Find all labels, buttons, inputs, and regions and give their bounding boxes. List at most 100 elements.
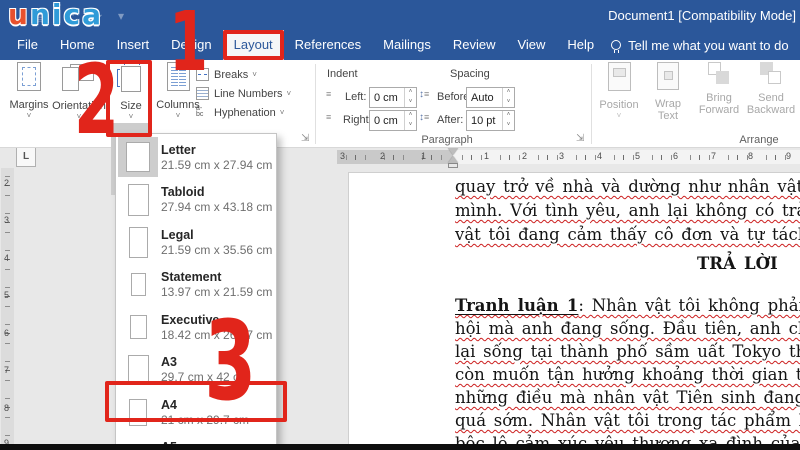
indent-left-icon-bars: ≡ [326, 89, 331, 99]
ruler-number: 9 [786, 151, 791, 161]
ruler-number: 3 [340, 151, 345, 161]
tab-mailings-label: Mailings [383, 37, 431, 52]
margins-label: Margins [6, 99, 52, 111]
ruler-number: 1 [421, 151, 426, 161]
document-text-line: quá sớm. Nhân vật tôi trong tác phẩm là … [455, 410, 800, 432]
margins-button[interactable]: Margins ˅ [6, 62, 52, 120]
wrap-text-label-2: Text [644, 110, 692, 122]
ruler-number: 5 [635, 151, 640, 161]
document-text-line: lại sống tại thành phố sầm uất Tokyo thế… [455, 341, 800, 363]
size-option-legal[interactable]: Legal21.59 cm x 35.56 cm [116, 221, 276, 264]
send-backward-icon [760, 62, 782, 86]
spacing-section-label: Spacing [450, 68, 490, 80]
ruler-number: 7 [711, 151, 716, 161]
document-text-line: Tranh luận 1: Nhân vật tôi không phải đa… [455, 295, 800, 317]
qat-customize-icon[interactable]: ▾ [118, 9, 124, 23]
indent-right-icon: ≡ [326, 112, 331, 123]
ruler-number: 2 [380, 151, 385, 161]
bottom-black-bar [0, 444, 800, 450]
send-backward-button[interactable]: Send Backward [744, 62, 798, 116]
indent-left-icon: ≡ [326, 89, 331, 100]
chevron-down-icon: ˅ [252, 70, 257, 79]
document-text-line: quay trở về nhà và dường như nhân vật cũ… [455, 176, 800, 198]
wrap-text-button[interactable]: Wrap Text [644, 62, 692, 122]
lightbulb-icon [611, 40, 621, 50]
spacing-after-spinner[interactable]: ˄˅ [502, 111, 514, 130]
indent-left-input[interactable]: 0 cm ˄˅ [369, 87, 417, 108]
indent-right-label: Right: [343, 114, 372, 126]
spacing-after-icon: ↕≡ [419, 112, 429, 123]
spinner-up-icon[interactable]: ˄ [405, 111, 416, 121]
paragraph-dialog-launcher-icon[interactable]: ⇲ [576, 134, 584, 144]
bring-forward-label-1: Bring [694, 92, 744, 104]
hyphenation-button[interactable]: a-bc Hyphenation ˅ [196, 106, 284, 119]
tab-review-label: Review [453, 37, 496, 52]
ribbon-tab-bar: File Home Insert Design Layout Reference… [0, 30, 800, 60]
unica-logo: unica [8, 0, 103, 31]
tab-view-label: View [517, 37, 545, 52]
indent-right-value: 0 cm [370, 115, 404, 127]
indent-right-input[interactable]: 0 cm ˄˅ [369, 110, 417, 131]
paper-icon [118, 222, 158, 262]
spacing-before-value: Auto [467, 92, 502, 104]
line-numbers-button[interactable]: Line Numbers ˅ [196, 87, 291, 100]
tab-references[interactable]: References [284, 30, 372, 60]
spinner-up-icon[interactable]: ˄ [503, 111, 514, 121]
spacing-before-spinner[interactable]: ˄˅ [502, 88, 514, 107]
ruler-number: 7 [4, 365, 9, 375]
bring-forward-button[interactable]: Bring Forward [694, 62, 744, 116]
page-setup-dialog-launcher-icon[interactable]: ⇲ [301, 134, 309, 144]
position-button[interactable]: Position ˅ [596, 62, 642, 120]
chevron-down-icon: ˅ [154, 112, 202, 120]
spinner-up-icon[interactable]: ˄ [405, 88, 416, 98]
spinner-down-icon[interactable]: ˅ [405, 98, 416, 108]
columns-label: Columns [154, 99, 202, 111]
size-option-tabloid[interactable]: Tabloid27.94 cm x 43.18 cm [116, 179, 276, 222]
bring-forward-label-2: Forward [694, 104, 744, 116]
group-separator [591, 64, 592, 144]
tab-mailings[interactable]: Mailings [372, 30, 442, 60]
indent-left-value: 0 cm [370, 92, 404, 104]
paper-icon [118, 265, 158, 305]
annotation-box-step3 [105, 381, 287, 422]
tell-me-box[interactable]: Tell me what you want to do [611, 30, 788, 60]
size-option-dims: 27.94 cm x 43.18 cm [161, 200, 272, 215]
indent-right-spinner[interactable]: ˄˅ [404, 111, 416, 130]
spinner-down-icon[interactable]: ˅ [405, 121, 416, 131]
ruler-number: 2 [4, 178, 9, 188]
size-option-name: Tabloid [161, 184, 272, 200]
indent-right-icon-bars: ≡ [326, 112, 331, 122]
arrange-group-label: Arrange [700, 134, 800, 146]
spinner-down-icon[interactable]: ˅ [503, 121, 514, 131]
ruler-number: 5 [4, 290, 9, 300]
spacing-before-input[interactable]: Auto ˄˅ [466, 87, 515, 108]
position-icon [608, 62, 631, 91]
chevron-down-icon: ˅ [596, 112, 642, 120]
tab-selector[interactable]: L [16, 147, 36, 167]
size-option-letter[interactable]: Letter21.59 cm x 27.94 cm [116, 136, 276, 179]
word-window: ▤ ↶ ↷ ▾ unica Document1 [Compatibility M… [0, 0, 800, 450]
tab-layout[interactable]: Layout [223, 30, 284, 60]
margins-icon [17, 62, 41, 91]
indent-marker[interactable] [448, 148, 459, 168]
size-option-name: Letter [161, 142, 272, 158]
spacing-after-bars: ≡ [424, 112, 429, 122]
spacing-after-input[interactable]: 10 pt ˄˅ [466, 110, 515, 131]
tab-file-label: File [17, 37, 38, 52]
ruler-number: 4 [597, 151, 602, 161]
spinner-down-icon[interactable]: ˅ [503, 98, 514, 108]
document-title: Document1 [Compatibility Mode] [608, 8, 796, 23]
ruler-number: 8 [748, 151, 753, 161]
tab-file[interactable]: File [6, 30, 49, 60]
group-separator [315, 64, 316, 144]
tab-review[interactable]: Review [442, 30, 507, 60]
tab-view[interactable]: View [506, 30, 556, 60]
paragraph-group-label: Paragraph [385, 134, 509, 146]
spinner-up-icon[interactable]: ˄ [503, 88, 514, 98]
indent-left-spinner[interactable]: ˄˅ [404, 88, 416, 107]
tab-help[interactable]: Help [556, 30, 605, 60]
ruler-number: 4 [4, 253, 9, 263]
ruler-number: 6 [673, 151, 678, 161]
tell-me-label: Tell me what you want to do [628, 38, 788, 53]
size-option-dims: 21.59 cm x 27.94 cm [161, 158, 272, 173]
